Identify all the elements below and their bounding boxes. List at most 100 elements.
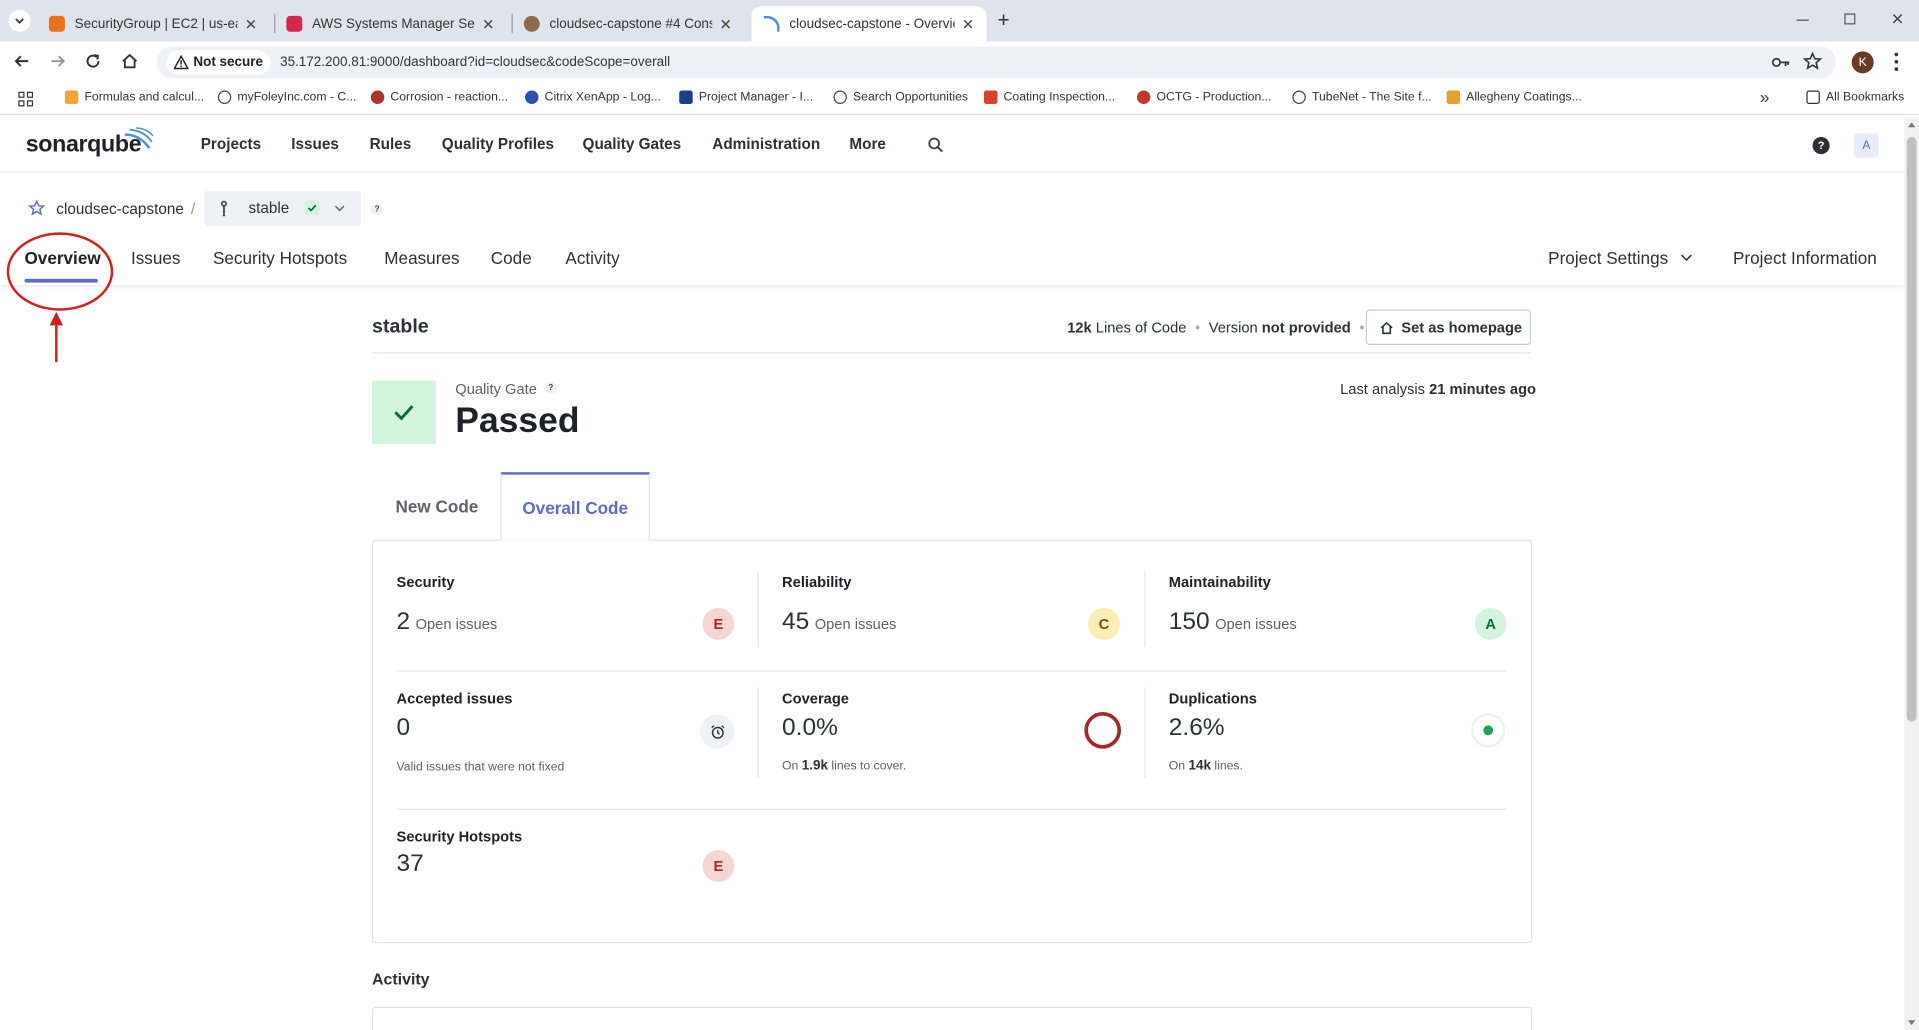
maintainability-open-issues[interactable]: 150 Open issues — [1169, 608, 1297, 636]
more-bookmarks-icon[interactable]: » — [1760, 87, 1770, 107]
bookmark-item[interactable]: Citrix XenApp - Log... — [525, 90, 661, 104]
security-hotspots-rating-badge[interactable]: E — [702, 850, 735, 882]
coverage-note-suffix: lines to cover. — [831, 759, 907, 774]
profile-avatar[interactable]: K — [1851, 51, 1874, 74]
bookmark-favicon-icon — [679, 90, 693, 104]
scroll-down-arrow-icon[interactable] — [1907, 1020, 1916, 1026]
annotation-circle-arrow — [6, 232, 114, 363]
address-bar[interactable]: Not secure 35.172.200.81:9000/dashboard?… — [156, 46, 1836, 79]
nav-projects[interactable]: Projects — [201, 136, 261, 153]
divider — [757, 687, 759, 779]
bookmark-item[interactable]: myFoleyInc.com - C... — [217, 90, 356, 104]
minimize-icon[interactable] — [1796, 19, 1809, 21]
search-icon[interactable] — [928, 137, 944, 153]
duplications-value[interactable]: 2.6% — [1169, 714, 1225, 742]
bookmark-label: Coating Inspection... — [1003, 90, 1116, 104]
tab-overall-code[interactable]: Overall Code — [500, 472, 650, 541]
browser-menu-icon[interactable] — [1894, 52, 1899, 71]
bookmark-item[interactable]: Coating Inspection... — [983, 90, 1116, 104]
coverage-value[interactable]: 0.0% — [782, 714, 838, 742]
reliability-title: Reliability — [782, 573, 852, 591]
nav-rules[interactable]: Rules — [370, 136, 412, 153]
reliability-open-issues[interactable]: 45 Open issues — [782, 608, 896, 636]
nav-quality-gates[interactable]: Quality Gates — [583, 136, 682, 153]
branch-help-icon[interactable]: ? — [370, 203, 384, 216]
close-window-icon[interactable]: ✕ — [1891, 10, 1904, 30]
security-open-issues[interactable]: 2 Open issues — [397, 608, 498, 636]
version-label: Version — [1208, 319, 1258, 337]
user-avatar[interactable]: A — [1854, 133, 1879, 158]
project-settings-menu[interactable]: Project Settings — [1548, 248, 1668, 268]
back-arrow-icon[interactable] — [12, 51, 32, 77]
scroll-up-arrow-icon[interactable] — [1907, 122, 1916, 128]
reload-icon[interactable] — [83, 51, 103, 77]
security-rating-badge[interactable]: E — [702, 607, 735, 640]
globe-icon — [1292, 90, 1306, 104]
nav-quality-profiles[interactable]: Quality Profiles — [442, 136, 554, 153]
bookmark-item[interactable]: TubeNet - The Site f... — [1292, 90, 1432, 104]
tab-issues[interactable]: Issues — [131, 248, 181, 268]
scrollbar-thumb[interactable] — [1906, 137, 1917, 722]
duplications-note-value: 14k — [1188, 758, 1211, 774]
nav-issues[interactable]: Issues — [291, 136, 339, 153]
reliability-rating-badge[interactable]: C — [1088, 607, 1120, 640]
close-icon[interactable]: ✕ — [720, 15, 732, 32]
security-hotspots-value[interactable]: 37 — [397, 850, 424, 878]
tab-security-hotspots[interactable]: Security Hotspots — [213, 248, 347, 268]
browser-tab-active[interactable]: cloudsec-capstone - Overview ✕ — [751, 6, 987, 42]
security-title: Security — [396, 573, 455, 591]
branch-title: stable — [372, 316, 429, 338]
jenkins-favicon-icon — [523, 15, 540, 32]
project-name-breadcrumb[interactable]: cloudsec-capstone — [56, 201, 184, 218]
browser-tab[interactable]: cloudsec-capstone #4 Console ✕ — [512, 6, 745, 41]
tab-new-code[interactable]: New Code — [372, 473, 502, 539]
home-icon[interactable] — [120, 51, 140, 77]
coverage-donut-icon — [1084, 711, 1122, 749]
bookmark-item[interactable]: Corrosion - reaction... — [370, 90, 508, 104]
browser-tab[interactable]: AWS Systems Manager Session ✕ — [274, 6, 507, 41]
nav-administration[interactable]: Administration — [712, 136, 820, 153]
bookmark-item[interactable]: Allegheny Coatings... — [1446, 90, 1582, 104]
globe-icon — [833, 90, 847, 104]
url-text[interactable]: 35.172.200.81:9000/dashboard?id=cloudsec… — [280, 55, 670, 70]
forward-arrow-icon[interactable] — [48, 51, 68, 77]
new-tab-button[interactable]: + — [997, 9, 1009, 33]
close-icon[interactable]: ✕ — [245, 15, 257, 32]
bookmark-label: OCTG - Production... — [1156, 90, 1272, 104]
tab-measures[interactable]: Measures — [384, 248, 459, 268]
breadcrumb-separator: / — [190, 199, 196, 218]
bookmark-star-icon[interactable] — [1802, 51, 1823, 77]
browser-tab[interactable]: SecurityGroup | EC2 | us-east-1 ✕ — [37, 6, 270, 41]
apps-grid-icon[interactable] — [18, 91, 34, 107]
set-as-homepage-button[interactable]: Set as homepage — [1365, 309, 1532, 345]
maintainability-rating-badge[interactable]: A — [1474, 607, 1507, 640]
accepted-issues-value[interactable]: 0 — [397, 714, 411, 742]
accepted-issues-note: Valid issues that were not fixed — [396, 760, 565, 775]
quality-gate-help-icon[interactable]: ? — [544, 381, 557, 394]
sonarqube-favicon-icon — [763, 15, 780, 32]
bookmark-favicon-icon — [983, 90, 998, 104]
favorite-star-icon[interactable] — [28, 199, 46, 216]
all-bookmarks[interactable]: All Bookmarks — [1806, 90, 1904, 104]
close-icon[interactable]: ✕ — [962, 15, 974, 32]
bookmark-item[interactable]: OCTG - Production... — [1136, 90, 1272, 104]
bookmark-item[interactable]: Project Manager - I... — [679, 90, 813, 104]
tab-search-chevron-icon[interactable] — [8, 9, 31, 32]
password-key-icon[interactable] — [1771, 54, 1791, 77]
bookmark-item[interactable]: Formulas and calcul... — [64, 90, 204, 104]
page-scrollbar[interactable] — [1904, 117, 1919, 1030]
accepted-clock-icon — [700, 714, 735, 749]
tab-activity[interactable]: Activity — [565, 248, 619, 268]
lines-of-code-value: 12k — [1067, 319, 1092, 337]
project-information-link[interactable]: Project Information — [1733, 248, 1877, 268]
not-secure-badge[interactable]: Not secure — [166, 50, 271, 75]
nav-more[interactable]: More — [849, 136, 886, 153]
divider — [396, 670, 1507, 672]
bookmark-item[interactable]: Search Opportunities — [833, 90, 968, 104]
branch-selector[interactable]: stable — [204, 190, 362, 227]
accepted-issues-title: Accepted issues — [396, 689, 513, 708]
restore-icon[interactable] — [1844, 13, 1856, 25]
tab-code[interactable]: Code — [491, 248, 532, 268]
help-icon[interactable]: ? — [1812, 137, 1830, 155]
close-icon[interactable]: ✕ — [482, 15, 494, 32]
